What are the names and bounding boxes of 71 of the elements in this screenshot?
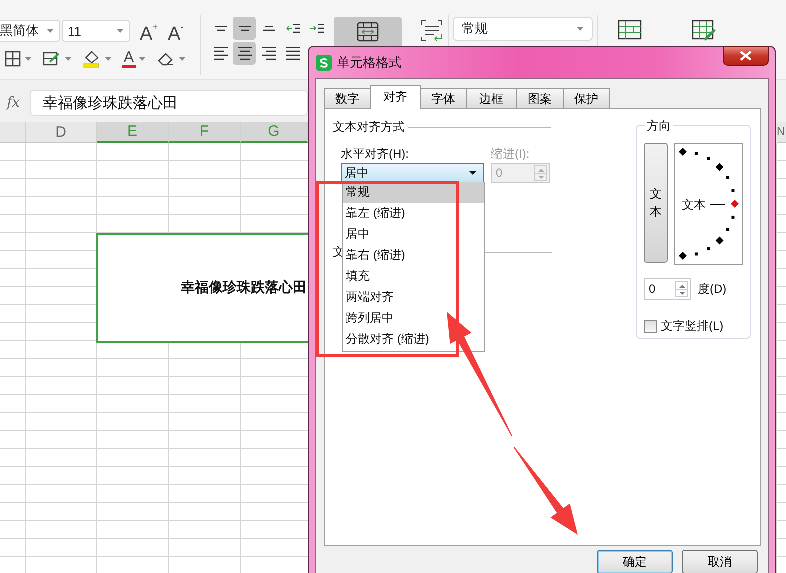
highlight-pen-icon [42,50,62,68]
dialog-button[interactable]: 确定 [597,550,673,573]
group-label: 文本对齐方式 [333,119,405,136]
wrap-text-icon[interactable] [420,20,444,42]
dialog-tab[interactable]: 边框 [466,88,517,109]
orientation-dial[interactable]: 文本 [674,143,743,265]
dropdown-option[interactable]: 填充 [343,266,484,287]
align-lines-icon [286,24,300,33]
align-lines-icon [309,24,324,33]
align-middle-button[interactable] [233,17,256,40]
align-lines-icon [238,26,250,31]
formula-input[interactable]: 幸福像珍珠跌落心田 [30,90,308,116]
dial-text: 文本 [682,197,706,214]
caret-icon [469,171,477,175]
spin-arrows-icon [675,281,688,297]
dialog-title: 单元格格式 [337,54,402,72]
dialog-tab[interactable]: 字体 [420,88,467,109]
dropdown-option[interactable]: 两端对齐 [343,287,484,308]
align-lines-icon [214,47,228,60]
dropdown-option[interactable]: 靠左 (缩进) [343,203,484,224]
dropdown-option[interactable]: 靠右 (缩进) [343,245,484,266]
vertical-text-button[interactable]: 文本 [644,143,668,263]
checkbox-label: 文字竖排(L) [661,318,724,335]
degrees-spinbox[interactable]: 0 [644,278,691,300]
border-icon [4,50,22,68]
dialog-button[interactable]: 取消 [682,550,758,573]
align-lines-icon [262,47,276,60]
table-icon[interactable] [618,20,642,40]
caret-icon [117,29,124,33]
font-name-field[interactable]: 黑简体 [0,20,60,42]
dialog-tab[interactable]: 保护 [563,88,610,109]
dialog-tab[interactable]: 对齐 [370,85,421,109]
spin-arrows-icon [534,165,547,181]
column-header[interactable]: D [26,122,97,143]
table-pencil-icon[interactable] [692,20,718,42]
close-icon [740,51,752,61]
function-label: fx [7,95,22,111]
merge-center-button[interactable] [334,17,402,46]
app-icon [316,54,332,70]
caret-icon [105,57,112,61]
horizontal-align-dropdown[interactable]: 居中 [341,163,484,183]
shrink-font-button[interactable]: A$^{-}$ [168,17,184,45]
table-merge-icon [357,22,379,42]
number-format-dropdown[interactable]: 常规 [453,17,593,41]
field-label: 水平对齐(H): [341,146,410,163]
caret-icon [179,57,186,61]
dropdown-option[interactable]: 分散对齐 (缩进) [343,329,484,350]
caret-icon [25,57,32,61]
caret-icon [577,27,584,31]
dropdown-option[interactable]: 跨列居中 [343,308,484,329]
paint-bucket-icon [82,50,102,68]
align-lines-icon [214,26,226,31]
merged-cell: 幸福像珍珠跌落心田 [96,233,308,343]
align-lines-icon [238,47,252,60]
grow-font-button[interactable]: A$^{+}$ [140,17,158,45]
align-center-button[interactable] [233,42,256,65]
dropdown-option[interactable]: 居中 [343,224,484,245]
dialog-tab[interactable]: 图案 [516,88,564,109]
caret-icon [47,29,54,33]
caret-icon [139,57,146,61]
align-lines-icon [262,26,274,31]
font-size-field[interactable]: 11 [62,20,130,42]
close-button[interactable] [723,46,769,66]
field-label: 缩进(I): [491,146,531,163]
dialog-tab[interactable]: 数字 [324,88,371,109]
align-lines-icon [286,47,300,60]
caret-icon [65,57,72,61]
dropdown-option[interactable]: 常规 [343,182,484,203]
field-label: 度(D) [698,280,727,298]
checkbox[interactable] [644,320,657,333]
font-color-button[interactable]: A [122,48,146,70]
